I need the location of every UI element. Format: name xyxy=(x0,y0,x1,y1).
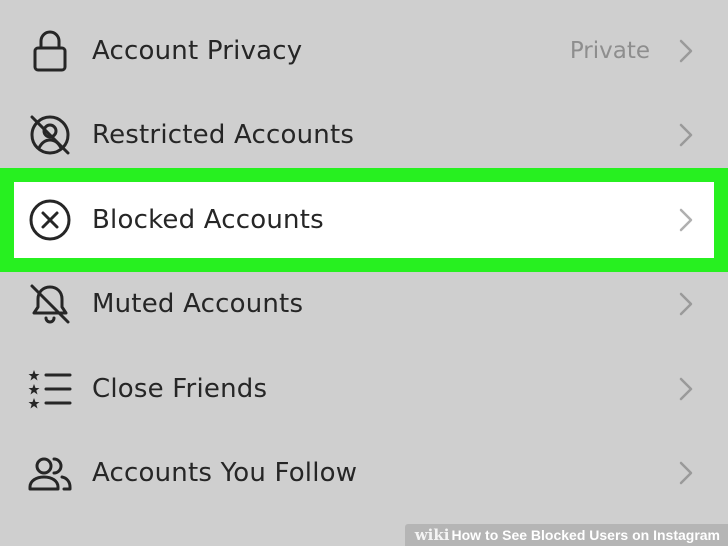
settings-item-label: Muted Accounts xyxy=(92,289,304,319)
chevron-right-icon xyxy=(678,38,694,64)
watermark-how: How xyxy=(451,527,482,543)
settings-screen: Account Privacy Private Restricted Accou… xyxy=(0,0,728,546)
settings-item-muted-accounts[interactable]: Muted Accounts xyxy=(0,262,728,346)
settings-item-accounts-you-follow[interactable]: Accounts You Follow xyxy=(0,431,728,515)
privacy-status-value: Private xyxy=(569,38,650,64)
chevron-right-icon xyxy=(678,460,694,486)
lock-icon xyxy=(26,27,74,75)
settings-item-label: Blocked Accounts xyxy=(92,205,324,235)
watermark-title: to See Blocked Users on Instagram xyxy=(485,527,720,543)
highlight-frame: Blocked Accounts xyxy=(0,168,728,272)
muted-bell-icon xyxy=(26,280,74,328)
settings-item-account-privacy[interactable]: Account Privacy Private xyxy=(0,9,728,93)
settings-item-restricted-accounts[interactable]: Restricted Accounts xyxy=(0,93,728,177)
chevron-right-icon xyxy=(678,207,694,233)
star-list-icon xyxy=(26,365,74,413)
settings-item-blocked-accounts[interactable]: Blocked Accounts xyxy=(14,182,714,258)
watermark-brand: wiki xyxy=(414,526,450,544)
wikihow-watermark: wiki How to See Blocked Users on Instagr… xyxy=(404,524,728,546)
settings-item-label: Close Friends xyxy=(92,374,268,404)
settings-item-label: Account Privacy xyxy=(92,36,303,66)
settings-item-close-friends[interactable]: Close Friends xyxy=(0,347,728,431)
settings-item-label: Restricted Accounts xyxy=(92,120,355,150)
chevron-right-icon xyxy=(678,291,694,317)
people-icon xyxy=(26,449,74,497)
chevron-right-icon xyxy=(678,376,694,402)
settings-item-label: Accounts You Follow xyxy=(92,458,358,488)
chevron-right-icon xyxy=(678,122,694,148)
restricted-icon xyxy=(26,111,74,159)
blocked-x-icon xyxy=(26,196,74,244)
